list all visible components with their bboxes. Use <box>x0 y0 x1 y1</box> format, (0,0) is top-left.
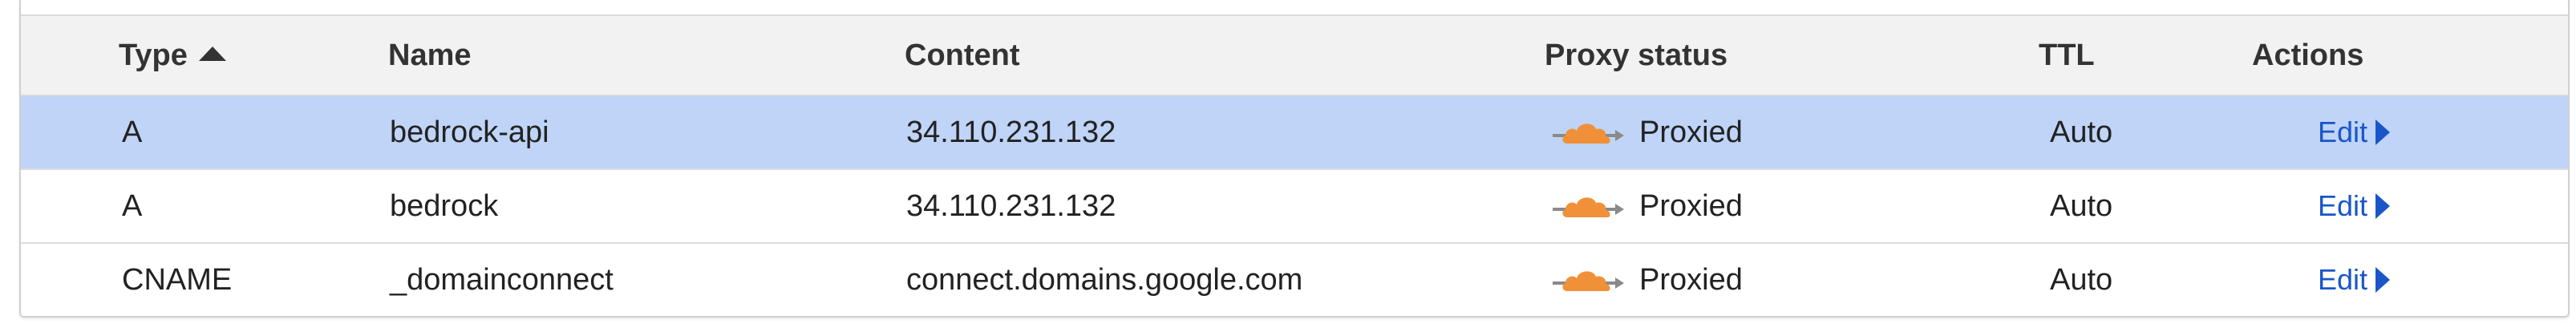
proxied-cloud-icon <box>1553 197 1624 217</box>
caret-right-icon <box>2376 193 2391 219</box>
column-header-type[interactable]: Type <box>119 16 226 95</box>
edit-label: Edit <box>2318 263 2368 296</box>
record-ttl: Auto <box>2050 262 2113 297</box>
record-content: 34.110.231.132 <box>906 188 1116 223</box>
caret-right-icon <box>2376 119 2391 145</box>
sort-ascending-icon[interactable] <box>198 47 226 61</box>
record-type: A <box>122 115 143 149</box>
edit-link[interactable]: Edit <box>2318 244 2391 316</box>
dns-records-table: Type Name Content Proxy status TTL Actio… <box>19 0 2570 318</box>
record-ttl: Auto <box>2050 188 2113 223</box>
proxy-status-label: Proxied <box>1639 115 1743 149</box>
record-content: 34.110.231.132 <box>906 115 1116 149</box>
table-row[interactable]: A bedrock 34.110.231.132 Proxied Auto Ed… <box>21 168 2568 242</box>
table-header-row: Type Name Content Proxy status TTL Actio… <box>21 14 2568 95</box>
column-header-name[interactable]: Name <box>388 16 472 95</box>
edit-label: Edit <box>2318 189 2368 222</box>
column-header-content-label: Content <box>905 38 1020 72</box>
column-header-content[interactable]: Content <box>905 16 1020 95</box>
proxy-status-label: Proxied <box>1639 188 1743 223</box>
proxied-cloud-icon <box>1553 123 1624 144</box>
edit-link[interactable]: Edit <box>2318 96 2391 168</box>
record-name: bedrock <box>390 188 499 223</box>
record-proxy-status: Proxied <box>1551 244 1743 316</box>
column-header-actions-label: Actions <box>2252 38 2364 72</box>
edit-link[interactable]: Edit <box>2318 170 2391 242</box>
record-ttl: Auto <box>2050 115 2113 149</box>
edit-button[interactable]: Edit <box>2318 189 2391 223</box>
record-type: CNAME <box>122 262 233 297</box>
record-proxy-status: Proxied <box>1551 96 1743 168</box>
column-header-type-label: Type <box>119 38 188 72</box>
edit-button[interactable]: Edit <box>2318 263 2391 297</box>
edit-label: Edit <box>2318 115 2368 148</box>
record-name: _domainconnect <box>390 262 614 297</box>
proxy-status-label: Proxied <box>1639 262 1743 297</box>
record-content: connect.domains.google.com <box>906 262 1303 297</box>
record-type: A <box>122 188 143 223</box>
column-header-actions: Actions <box>2252 16 2363 95</box>
proxied-cloud-icon <box>1553 271 1624 291</box>
table-row[interactable]: CNAME _domainconnect connect.domains.goo… <box>21 242 2568 316</box>
edit-button[interactable]: Edit <box>2318 115 2391 149</box>
column-header-proxy-status-label: Proxy status <box>1545 38 1728 72</box>
table-row[interactable]: A bedrock-api 34.110.231.132 Proxied Aut… <box>21 95 2568 168</box>
column-header-proxy-status[interactable]: Proxy status <box>1545 16 1727 95</box>
record-name: bedrock-api <box>390 115 549 149</box>
column-header-ttl[interactable]: TTL <box>2039 16 2095 95</box>
column-header-ttl-label: TTL <box>2039 38 2095 72</box>
column-header-name-label: Name <box>388 38 472 72</box>
record-proxy-status: Proxied <box>1551 170 1743 242</box>
caret-right-icon <box>2376 267 2391 293</box>
table-top-strip <box>21 0 2568 14</box>
